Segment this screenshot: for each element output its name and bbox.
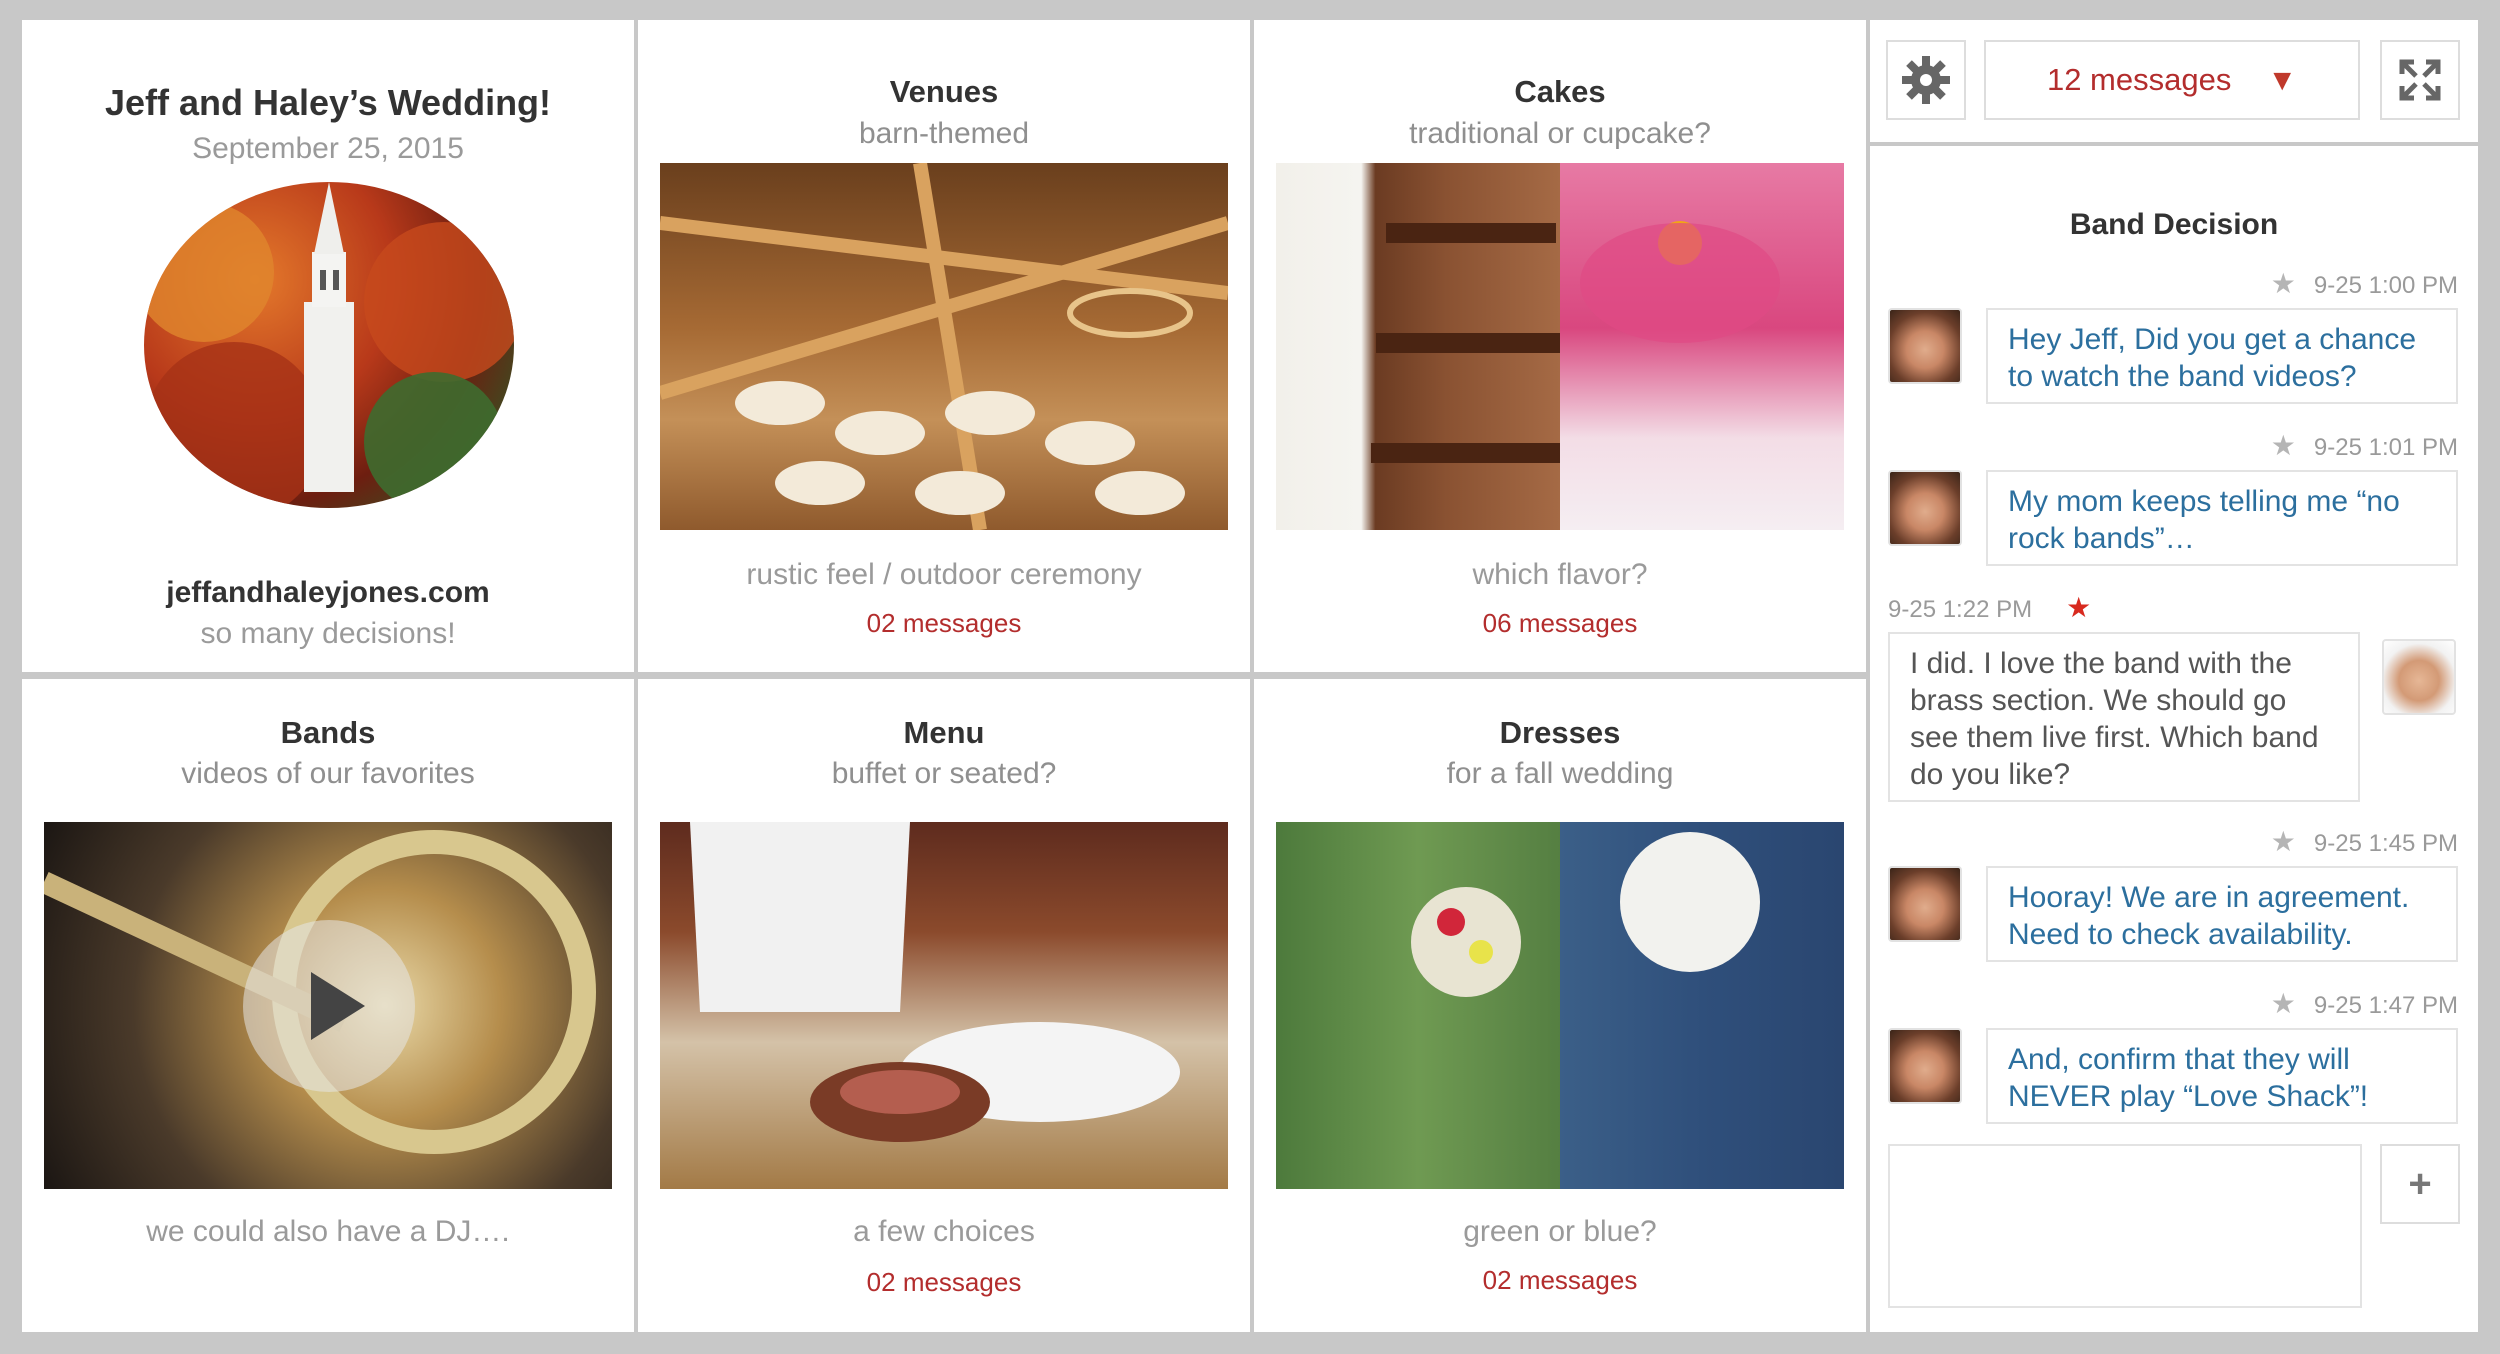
message-line: brass section. We should go xyxy=(1910,684,2287,717)
tile-subtitle: traditional or cupcake? xyxy=(1409,117,1711,150)
message-line: Need to check availability. xyxy=(2008,918,2353,951)
tile-subtitle: videos of our favorites xyxy=(181,757,475,790)
message-line: And, confirm that they will xyxy=(2008,1043,2350,1076)
fullscreen-button[interactable] xyxy=(2380,40,2460,120)
star-icon-active[interactable]: ★ xyxy=(2066,592,2091,623)
message-line: see them live first. Which band xyxy=(1910,721,2319,754)
message-bubble: I did. I love the band with the brass se… xyxy=(1888,632,2360,802)
star-icon[interactable]: ★ xyxy=(2271,268,2296,299)
page-title: Jeff and Haley’s Wedding! xyxy=(104,82,552,123)
message-meta: ★ 9-25 1:01 PM xyxy=(2271,429,2458,462)
message-bubble: Hey Jeff, Did you get a chance to watch … xyxy=(1986,308,2458,404)
avatar-haley xyxy=(1888,470,1962,546)
message-bubble: And, confirm that they will NEVER play “… xyxy=(1986,1028,2458,1124)
tagline: so many decisions! xyxy=(200,617,456,650)
tile-caption: which flavor? xyxy=(1472,558,1648,591)
tile-venues[interactable]: Venues barn-themed rustic feel / outdoor… xyxy=(638,20,1250,672)
message-line: do you like? xyxy=(1910,758,2071,791)
tile-caption: a few choices xyxy=(853,1215,1035,1248)
message-timestamp: 9-25 1:01 PM xyxy=(2313,434,2458,461)
message-line: I did. I love the band with the xyxy=(1910,647,2292,680)
tile-menu[interactable]: Menu buffet or seated? a few choices 02 … xyxy=(638,679,1250,1332)
conversation-title: Band Decision xyxy=(2069,208,2279,241)
plus-icon: + xyxy=(2408,1162,2432,1206)
message-timestamp: 9-25 1:22 PM xyxy=(1888,596,2033,623)
tile-title: Bands xyxy=(280,715,376,750)
message-meta: ★ 9-25 1:45 PM xyxy=(2271,825,2458,858)
star-icon[interactable]: ★ xyxy=(2271,988,2296,1019)
band-video-thumbnail[interactable] xyxy=(44,822,612,1189)
chat-header-divider xyxy=(1870,142,2478,146)
tile-title: Venues xyxy=(889,74,999,109)
message-input[interactable] xyxy=(1888,1144,2362,1308)
tile-subtitle: barn-themed xyxy=(858,117,1030,150)
message-meta: ★ 9-25 1:47 PM xyxy=(2271,987,2458,1020)
cake-photos[interactable] xyxy=(1276,163,1844,530)
add-button[interactable]: + xyxy=(2380,1144,2460,1224)
tile-messages-link[interactable]: 02 messages xyxy=(638,608,1250,639)
tile-caption: green or blue? xyxy=(1463,1215,1657,1248)
tile-messages-link[interactable]: 06 messages xyxy=(1254,608,1866,639)
settings-button[interactable] xyxy=(1886,40,1966,120)
header-tile: Jeff and Haley’s Wedding! September 25, … xyxy=(22,20,634,672)
message-line: My mom keeps telling me “no xyxy=(2008,485,2400,518)
dresses-photos[interactable] xyxy=(1276,822,1844,1189)
expand-icon xyxy=(2399,59,2441,101)
message-line: Hey Jeff, Did you get a chance xyxy=(2008,323,2417,356)
message-meta: ★ 9-25 1:00 PM xyxy=(2271,267,2458,300)
message-count-dropdown[interactable]: 12 messages ▼ xyxy=(1984,40,2360,120)
message-timestamp: 9-25 1:45 PM xyxy=(2313,830,2458,857)
tile-title: Cakes xyxy=(1514,74,1606,109)
star-icon[interactable]: ★ xyxy=(2271,826,2296,857)
star-icon[interactable]: ★ xyxy=(2271,430,2296,461)
chevron-down-icon: ▼ xyxy=(2267,64,2298,97)
message-count-label: 12 messages xyxy=(2046,62,2232,97)
tile-messages-link[interactable]: 02 messages xyxy=(1254,1265,1866,1296)
tile-bands[interactable]: Bands videos of our favorites we could a… xyxy=(22,679,634,1332)
gear-icon xyxy=(1902,56,1950,104)
message-meta: 9-25 1:22 PM ★ xyxy=(1888,591,2109,624)
menu-carving-photo[interactable] xyxy=(660,822,1228,1189)
tile-cakes[interactable]: Cakes traditional or cupcake? which flav… xyxy=(1254,20,1866,672)
message-line: to watch the band videos? xyxy=(2008,360,2357,393)
avatar-haley xyxy=(1888,308,1962,384)
tile-title: Dresses xyxy=(1499,715,1621,750)
message-line: NEVER play “Love Shack”! xyxy=(2008,1080,2369,1113)
message-timestamp: 9-25 1:00 PM xyxy=(2313,272,2458,299)
message-bubble: Hooray! We are in agreement. Need to che… xyxy=(1986,866,2458,962)
tile-dresses[interactable]: Dresses for a fall wedding green or blue… xyxy=(1254,679,1866,1332)
play-icon[interactable] xyxy=(243,920,415,1092)
tile-subtitle: for a fall wedding xyxy=(1446,757,1674,790)
message-bubble: My mom keeps telling me “no rock bands”… xyxy=(1986,470,2458,566)
tile-subtitle: buffet or seated? xyxy=(831,757,1057,790)
message-line: Hooray! We are in agreement. xyxy=(2008,881,2410,914)
tile-caption: we could also have a DJ…. xyxy=(146,1215,510,1248)
tile-caption: rustic feel / outdoor ceremony xyxy=(746,558,1142,591)
tile-title: Menu xyxy=(903,715,985,750)
avatar-haley xyxy=(1888,1028,1962,1104)
avatar-haley xyxy=(1888,866,1962,942)
church-photo xyxy=(144,182,514,508)
tile-messages-link[interactable]: 02 messages xyxy=(638,1267,1250,1298)
avatar-jeff xyxy=(2382,639,2456,715)
message-line: rock bands”… xyxy=(2008,522,2195,555)
venue-barn-photo[interactable] xyxy=(660,163,1228,530)
wedding-date: September 25, 2015 xyxy=(192,132,464,165)
message-timestamp: 9-25 1:47 PM xyxy=(2313,992,2458,1019)
wedding-website-link[interactable]: jeffandhaleyjones.com xyxy=(22,576,634,610)
chat-panel: 12 messages ▼ Band Decision ★ 9-25 1:00 PM… xyxy=(1870,20,2478,1332)
